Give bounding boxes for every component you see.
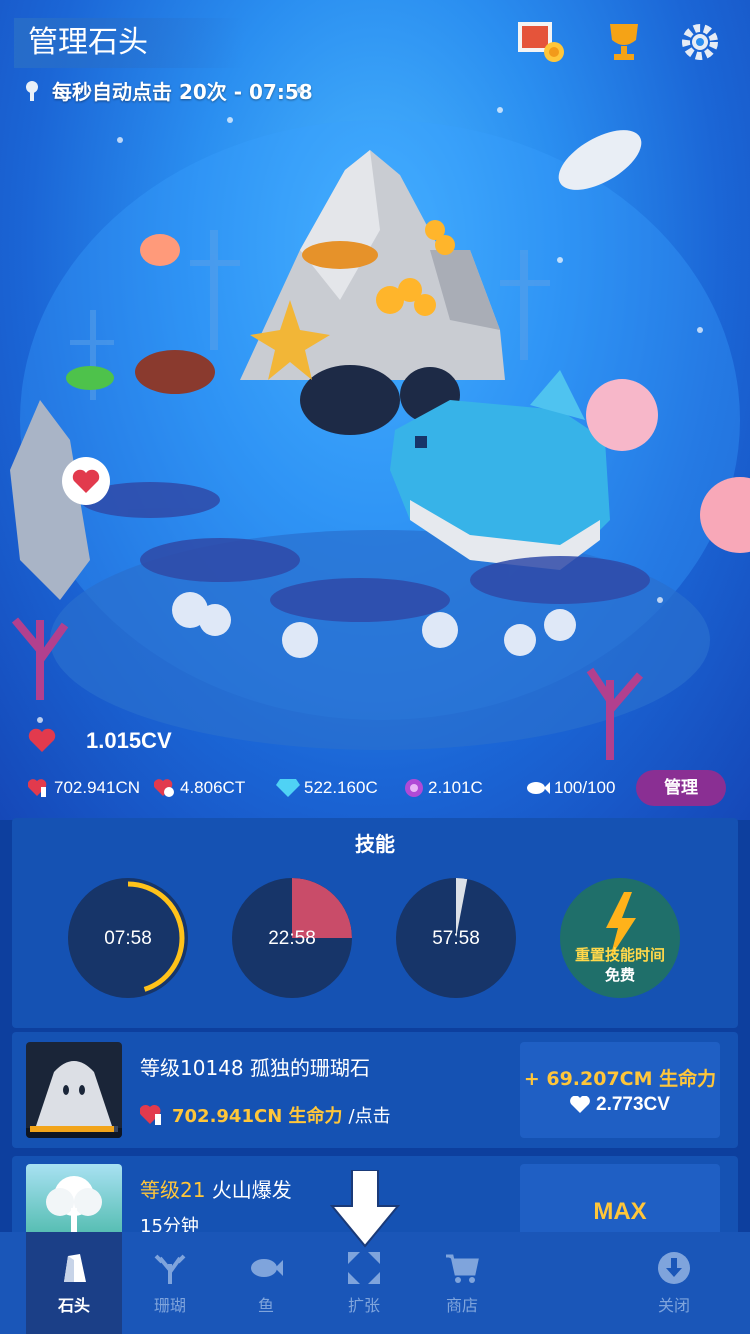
nav-tab-coral[interactable]: 珊瑚	[122, 1232, 218, 1334]
heart-bubble-icon[interactable]	[60, 455, 112, 507]
volcano-thumbnail	[26, 1164, 122, 1236]
fish-count-icon	[527, 782, 550, 794]
timer-currency-stat: 4.806CT	[154, 778, 245, 798]
nav-close-button[interactable]: 关闭	[626, 1232, 722, 1334]
total-life-value: 1.015CV	[86, 728, 172, 753]
nav-label: 关闭	[657, 1296, 690, 1315]
nav-tab-fish[interactable]: 鱼	[218, 1232, 314, 1334]
skill-auto-tap[interactable]: 07:58	[68, 878, 188, 998]
page-title: 管理石头	[14, 18, 244, 68]
upgrade-max-button[interactable]: MAX	[520, 1164, 720, 1236]
coral-rock-level-bar-fill	[30, 1126, 114, 1132]
upgrade-effect-suffix: /点击	[348, 1106, 391, 1127]
aquarium-scene[interactable]: 管理石头 每秒自动点击 20次 - 07:58 1.015CV 702.941C…	[0, 0, 750, 820]
gems-stat: 522.160C	[276, 778, 378, 798]
coral-icon	[154, 1254, 186, 1284]
total-life-row: 1.015CV	[28, 728, 172, 754]
life-per-tap-value: 702.941CN	[54, 778, 141, 797]
resource-bar: 702.941CN 4.806CT 522.160C 2.101C 100/10…	[0, 770, 750, 810]
album-icon[interactable]	[516, 18, 564, 66]
upgrade-button[interactable]: + 69.207CM 生命力 2.773CV	[520, 1042, 720, 1138]
max-label: MAX	[593, 1198, 647, 1225]
skills-panel: 技能 07:58 22:58 57:58 重置技能时间 免费	[12, 818, 738, 1028]
upgrade-title: 火山爆发	[211, 1178, 292, 1202]
reset-skills-cost: 免费	[604, 966, 635, 984]
reset-skills-button[interactable]: 重置技能时间 免费	[560, 878, 680, 998]
coral-rock-thumbnail	[26, 1042, 122, 1138]
trophy-icon[interactable]	[600, 18, 648, 66]
heart-tap-icon	[140, 1105, 161, 1125]
rock-icon	[64, 1254, 86, 1282]
timer-currency-value: 4.806CT	[180, 778, 246, 797]
auto-tap-status: 每秒自动点击 20次 - 07:58	[20, 76, 313, 105]
upgrade-name: 等级10148 孤独的珊瑚石	[140, 1056, 370, 1080]
expand-icon	[348, 1252, 380, 1284]
reset-skills-label: 重置技能时间	[574, 946, 665, 964]
upgrade-level: 等级21	[140, 1178, 206, 1202]
skill-time: 57:58	[432, 928, 480, 949]
coral-rock-level-bar	[30, 1126, 118, 1132]
gems-value: 522.160C	[304, 778, 378, 797]
gear-icon[interactable]	[676, 18, 724, 66]
skill-life-boost[interactable]: 57:58	[396, 878, 516, 998]
skill-time: 07:58	[104, 928, 152, 949]
life-per-tap-stat: 702.941CN	[28, 778, 140, 798]
nav-label: 商店	[445, 1296, 478, 1315]
pearls-stat: 2.101C	[404, 778, 483, 798]
upgrade-name: 等级21 火山爆发	[140, 1174, 292, 1203]
upgrade-effect: 702.941CN 生命力 /点击	[140, 1102, 391, 1128]
nav-label: 鱼	[257, 1296, 274, 1315]
close-down-icon	[658, 1252, 690, 1284]
fish-capacity-stat: 100/100	[526, 778, 615, 798]
fish-capacity-value: 100/100	[554, 778, 616, 797]
heart-icon	[570, 1096, 590, 1113]
pearls-value: 2.101C	[428, 778, 483, 797]
nav-label: 扩张	[347, 1296, 380, 1315]
nav-tab-rock[interactable]: 石头	[26, 1232, 122, 1334]
fish-icon	[251, 1259, 283, 1277]
heart-clock-icon	[154, 779, 174, 797]
upgrade-gain: + 69.207CM 生命力	[523, 1068, 717, 1090]
upgrade-cost-value: 2.773CV	[596, 1094, 670, 1115]
skill-time: 22:58	[268, 928, 316, 949]
auto-tap-label: 每秒自动点击 20次 - 07:58	[52, 80, 313, 104]
diamond-icon	[276, 779, 300, 797]
nav-label: 石头	[57, 1296, 90, 1315]
heart-icon	[28, 728, 56, 752]
auto-tap-icon	[26, 80, 38, 101]
manage-button[interactable]: 管理	[636, 770, 726, 806]
upgrade-row-coral-rock: 等级10148 孤独的珊瑚石 702.941CN 生命力 /点击 + 69.20…	[12, 1032, 738, 1148]
heart-tap-icon	[28, 779, 47, 797]
upgrade-cost: 2.773CV	[520, 1094, 720, 1116]
pearl-icon	[405, 779, 423, 797]
upgrade-effect-value: 702.941CN 生命力	[172, 1106, 343, 1127]
skill-fever[interactable]: 22:58	[232, 878, 352, 998]
nav-label: 珊瑚	[153, 1296, 186, 1315]
skills-title: 技能	[355, 832, 395, 856]
nav-tab-shop[interactable]: 商店	[414, 1232, 510, 1334]
cart-icon	[446, 1254, 479, 1283]
tutorial-arrow-icon	[330, 1170, 400, 1248]
